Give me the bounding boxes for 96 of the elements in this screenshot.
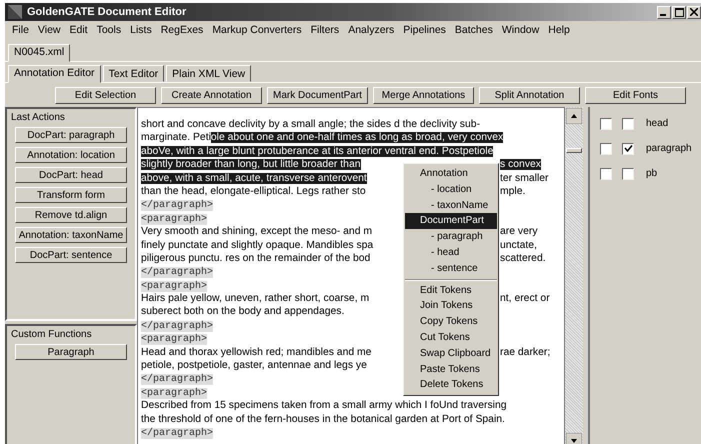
text-line: Described from 15 specimens taken from a small army which I foUnd traversing xyxy=(141,400,507,412)
xml-tag: <paragraph> xyxy=(141,214,208,225)
close-icon xyxy=(690,8,698,16)
checkbox[interactable] xyxy=(622,168,634,180)
toolbar-button[interactable]: Edit Fonts xyxy=(585,87,686,104)
annotation-type-label: pb xyxy=(646,168,658,179)
vertical-scrollbar[interactable] xyxy=(565,107,583,444)
editor-tab[interactable]: Annotation Editor xyxy=(8,65,101,83)
toolbar-button[interactable]: Split Annotation xyxy=(479,87,580,104)
context-menu-item[interactable]: - paragraph xyxy=(405,229,497,245)
xml-tag: <paragraph> xyxy=(141,388,208,399)
panel-title: Custom Functions xyxy=(11,329,92,340)
menu-item[interactable]: Batches xyxy=(454,24,493,38)
context-menu-item[interactable]: Swap Clipboard xyxy=(405,346,497,362)
text-line: suberect both on the body and appendages. xyxy=(141,306,344,318)
action-button[interactable]: Remove td.align xyxy=(15,207,127,223)
menu-item[interactable]: View xyxy=(38,24,60,38)
text-line: rae darker; xyxy=(500,346,550,358)
context-menu-item[interactable]: Annotation xyxy=(405,166,497,182)
text-line: scattered. xyxy=(500,252,546,264)
action-button[interactable]: Annotation: location xyxy=(15,147,127,163)
menu-item[interactable]: Lists xyxy=(130,24,152,38)
menu-item[interactable]: Markup Converters xyxy=(212,24,302,38)
text-line: nt, erect or xyxy=(500,293,550,304)
editor-tab[interactable]: Plain XML View xyxy=(166,65,252,82)
text-line: ter smaller xyxy=(500,172,548,184)
action-button[interactable]: DocPart: sentence xyxy=(15,247,127,263)
menu-item[interactable]: File xyxy=(12,24,29,38)
text-line: marginate. Peti xyxy=(141,132,211,144)
xml-tag: </paragraph> xyxy=(141,200,214,212)
xml-tag: <paragraph> xyxy=(141,334,208,346)
context-menu-item[interactable]: - sentence xyxy=(405,260,497,277)
text-line: unctate, xyxy=(500,240,537,251)
scroll-up-icon[interactable] xyxy=(566,108,582,124)
action-button[interactable]: DocPart: head xyxy=(15,167,127,183)
text-line: are very xyxy=(500,226,538,238)
menu-item[interactable]: Tools xyxy=(96,24,122,38)
xml-tag: </paragraph> xyxy=(141,320,214,332)
context-menu-item[interactable]: DocumentPart xyxy=(405,213,497,230)
close-button[interactable] xyxy=(687,6,701,18)
maximize-icon xyxy=(674,8,684,16)
context-menu-item[interactable]: - taxonName xyxy=(405,198,497,214)
text-line: petiole, postpetiole, gaster, antennae and legs ye xyxy=(141,360,367,372)
menu-item[interactable]: Pipelines xyxy=(403,24,446,38)
text-line: Very smooth and shining, except the meso- and m xyxy=(141,226,372,238)
context-menu-item[interactable]: Cut Tokens xyxy=(405,330,497,346)
window-title: GoldenGATE Document Editor xyxy=(27,6,186,18)
menu-item[interactable]: Help xyxy=(548,24,570,38)
checkbox[interactable] xyxy=(622,118,634,130)
text-line: piligerous punctu. res on the remainder of the bod xyxy=(141,252,370,264)
panel-title: Last Actions xyxy=(11,112,65,123)
text-line: short and concave declivity by a small angle; the sides d the declivity sub- xyxy=(141,119,480,130)
app-icon xyxy=(8,5,22,19)
checkbox[interactable] xyxy=(600,142,612,154)
context-menu-item[interactable]: - head xyxy=(405,244,497,261)
context-menu-item[interactable]: Join Tokens xyxy=(405,298,497,314)
text-line: the threshold of one of the fern-houses in the botanical garden at Port of Spain. xyxy=(141,414,505,425)
context-menu-item[interactable]: Paste Tokens xyxy=(405,362,497,378)
action-button[interactable]: Annotation: taxonName xyxy=(15,227,127,243)
text-line: mple. xyxy=(500,186,526,197)
text-line: finely punctate and slightly opaque. Mandibles spa xyxy=(141,240,374,251)
context-menu-item[interactable]: - location xyxy=(405,182,497,198)
xml-tag: </paragraph> xyxy=(141,267,214,278)
xml-tag: </paragraph> xyxy=(141,428,214,439)
text-line: Head and thorax yellowish red; mandibles and me xyxy=(141,346,372,358)
check-icon xyxy=(624,144,632,153)
maximize-button[interactable] xyxy=(672,6,686,18)
editor-tab[interactable]: Text Editor xyxy=(102,65,164,82)
menu-item[interactable]: RegExes xyxy=(160,24,204,38)
function-button[interactable]: Paragraph xyxy=(15,344,127,360)
checkbox[interactable] xyxy=(622,142,634,154)
toolbar-button[interactable]: Mark DocumentPart xyxy=(267,87,368,104)
xml-tag: </paragraph> xyxy=(141,374,214,386)
scroll-thumb[interactable] xyxy=(566,148,582,153)
toolbar-button[interactable]: Merge Annotations xyxy=(373,87,474,104)
action-button[interactable]: Transform form xyxy=(15,187,127,203)
menu-item[interactable]: Window xyxy=(502,24,540,38)
toolbar-button[interactable]: Edit Selection xyxy=(55,87,156,104)
text-editor[interactable] xyxy=(137,107,565,444)
minimize-button[interactable] xyxy=(657,6,671,18)
text-line: than the head, elongate-elliptical. Legs rather sto xyxy=(141,186,366,197)
toolbar-button[interactable]: Create Annotation xyxy=(161,87,262,104)
context-menu-item[interactable]: Edit Tokens xyxy=(405,282,497,298)
text-line: Hairs pale yellow, uneven, rather short, coarse, m xyxy=(141,293,370,304)
checkbox[interactable] xyxy=(600,118,612,130)
document-tab[interactable]: N0045.xml xyxy=(8,44,70,62)
action-button[interactable]: DocPart: paragraph xyxy=(15,127,127,143)
xml-tag: <paragraph> xyxy=(141,280,208,292)
annotation-type-label: head xyxy=(646,118,668,129)
menu-item[interactable]: Filters xyxy=(310,24,340,38)
menu-item[interactable]: Analyzers xyxy=(348,24,394,38)
menu-item[interactable]: Edit xyxy=(70,24,88,38)
context-menu-item[interactable]: Copy Tokens xyxy=(405,314,497,330)
annotation-type-label: paragraph xyxy=(646,143,692,154)
checkbox[interactable] xyxy=(600,168,612,180)
context-menu-item[interactable]: Delete Tokens xyxy=(405,377,497,394)
